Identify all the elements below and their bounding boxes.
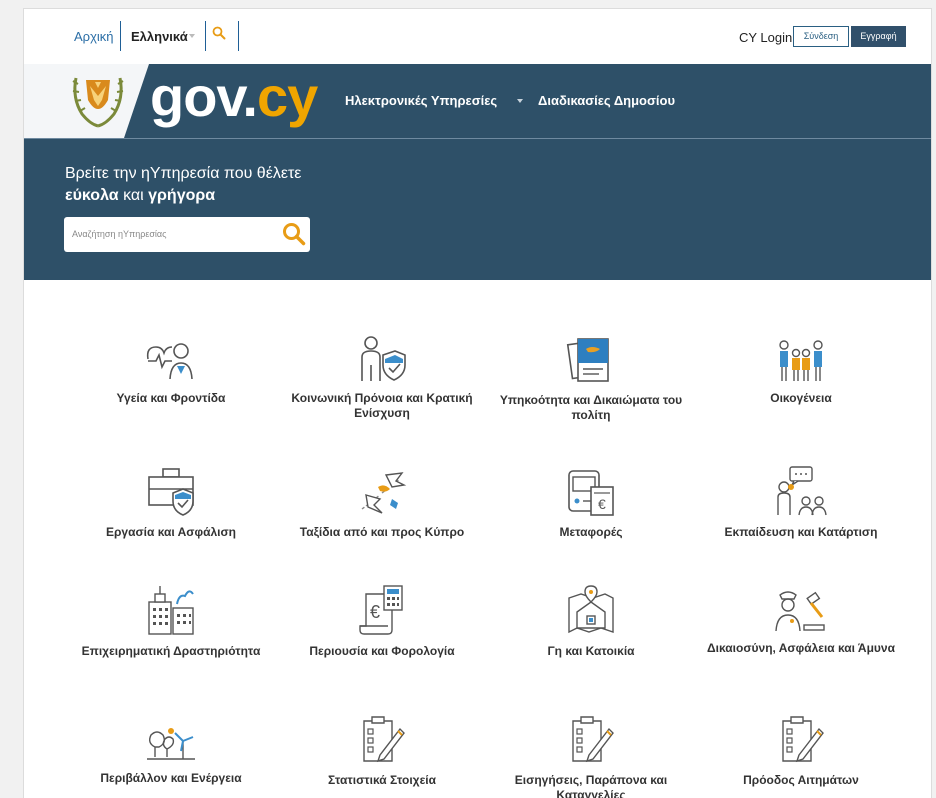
gov-cy-logo[interactable]: gov.cy bbox=[150, 65, 318, 129]
category-land-housing[interactable]: Γη και Κατοικία bbox=[491, 584, 691, 659]
language-selector[interactable]: Ελληνικά bbox=[131, 29, 188, 44]
page-frame: Αρχική Ελληνικά CY Login Σύνδεση Εγγραφή bbox=[23, 8, 932, 798]
travel-icon bbox=[361, 472, 407, 514]
home-link[interactable]: Αρχική bbox=[74, 29, 114, 44]
login-button[interactable]: Σύνδεση bbox=[793, 26, 849, 47]
svg-text:€: € bbox=[370, 602, 380, 622]
category-label: Πρόοδος Αιτημάτων bbox=[743, 773, 859, 787]
business-icon bbox=[148, 586, 194, 635]
category-requests-progress[interactable]: Πρόοδος Αιτημάτων bbox=[701, 715, 901, 788]
category-welfare[interactable]: Κοινωνική Πρόνοια και Κρατική Ενίσχυση bbox=[282, 335, 482, 421]
divider bbox=[205, 21, 206, 51]
category-label: Επιχειρηματική Δραστηριότητα bbox=[81, 644, 261, 658]
logo-cy-text: cy bbox=[256, 65, 318, 128]
work-icon bbox=[148, 468, 194, 516]
search-icon[interactable] bbox=[212, 26, 226, 45]
category-label: Περιουσία και Φορολογία bbox=[309, 644, 455, 658]
chevron-down-icon[interactable] bbox=[517, 99, 523, 103]
category-business[interactable]: Επιχειρηματική Δραστηριότητα bbox=[71, 584, 271, 659]
category-justice[interactable]: Δικαιοσύνη, Ασφάλεια και Άμυνα bbox=[701, 587, 901, 656]
category-label: Εισηγήσεις, Παράπονα και Καταγγελίες bbox=[514, 773, 668, 798]
register-button[interactable]: Εγγραφή bbox=[851, 26, 906, 47]
category-label: Οικογένεια bbox=[770, 391, 832, 405]
family-icon bbox=[779, 340, 823, 381]
logo-dot-text: . bbox=[242, 65, 258, 128]
top-bar: Αρχική Ελληνικά CY Login Σύνδεση Εγγραφή bbox=[24, 9, 931, 64]
chevron-down-icon[interactable] bbox=[189, 34, 195, 38]
category-transport[interactable]: € Μεταφορές bbox=[491, 467, 691, 540]
category-citizenship[interactable]: Υπηκοότητα και Δικαιώματα του πολίτη bbox=[491, 335, 691, 423]
category-label: Υγεία και Φροντίδα bbox=[116, 391, 226, 405]
category-label: Κοινωνική Πρόνοια και Κρατική Ενίσχυση bbox=[291, 391, 473, 420]
statistics-icon bbox=[363, 716, 405, 763]
category-label: Γη και Κατοικία bbox=[547, 644, 635, 658]
divider bbox=[238, 21, 239, 51]
category-complaints[interactable]: Εισηγήσεις, Παράπονα και Καταγγελίες bbox=[491, 715, 691, 798]
welfare-icon bbox=[361, 336, 406, 381]
justice-icon bbox=[775, 591, 825, 632]
hero-subtitle: εύκολα και γρήγορα bbox=[65, 187, 215, 205]
category-label: Στατιστικά Στοιχεία bbox=[328, 773, 436, 787]
category-label: Περιβάλλον και Ενέργεια bbox=[100, 771, 242, 785]
land-housing-icon bbox=[568, 585, 614, 634]
nav-electronic-services[interactable]: Ηλεκτρονικές Υπηρεσίες bbox=[345, 93, 497, 108]
hero-connector: και bbox=[123, 187, 144, 204]
category-travel[interactable]: Ταξίδια από και προς Κύπρο bbox=[282, 469, 482, 540]
hero-bold-easy: εύκολα bbox=[65, 187, 119, 204]
search-hero: Βρείτε την ηΥπηρεσία που θέλετε εύκολα κ… bbox=[24, 139, 931, 280]
requests-progress-icon bbox=[782, 716, 824, 763]
hero-title: Βρείτε την ηΥπηρεσία που θέλετε bbox=[65, 165, 302, 182]
category-family[interactable]: Οικογένεια bbox=[701, 339, 901, 406]
hero-bold-quick: γρήγορα bbox=[148, 187, 216, 204]
category-education[interactable]: Εκπαίδευση και Κατάρτιση bbox=[701, 465, 901, 540]
divider bbox=[120, 21, 121, 51]
category-label: Υπηκοότητα και Δικαιώματα του πολίτη bbox=[499, 393, 683, 422]
environment-icon bbox=[147, 728, 195, 760]
category-label: Δικαιοσύνη, Ασφάλεια και Άμυνα bbox=[707, 641, 895, 655]
education-icon bbox=[777, 466, 827, 516]
category-label: Εργασία και Ασφάλιση bbox=[105, 525, 236, 539]
property-tax-icon: € bbox=[359, 585, 403, 635]
transport-icon: € bbox=[568, 470, 614, 516]
category-property-tax[interactable]: € Περιουσία και Φορολογία bbox=[282, 584, 482, 659]
category-label: Εκπαίδευση και Κατάρτιση bbox=[724, 525, 878, 539]
nav-public-procedures[interactable]: Διαδικασίες Δημοσίου bbox=[538, 93, 675, 108]
category-label: Μεταφορές bbox=[559, 525, 623, 539]
search-icon[interactable] bbox=[282, 222, 306, 251]
service-search-box[interactable]: Αναζήτηση ηΥπηρεσίας bbox=[64, 217, 310, 252]
cy-login-label: CY Login bbox=[739, 30, 793, 45]
category-statistics[interactable]: Στατιστικά Στοιχεία bbox=[282, 715, 482, 788]
category-work[interactable]: Εργασία και Ασφάλιση bbox=[71, 467, 271, 540]
complaints-icon bbox=[572, 716, 614, 763]
citizenship-icon bbox=[566, 338, 609, 382]
search-input[interactable]: Αναζήτηση ηΥπηρεσίας bbox=[72, 229, 166, 239]
category-label: Ταξίδια από και προς Κύπρο bbox=[299, 525, 465, 539]
site-header: gov.cy Ηλεκτρονικές Υπηρεσίες Διαδικασίε… bbox=[24, 64, 931, 138]
logo-gov-text: gov bbox=[150, 65, 243, 128]
health-icon bbox=[146, 343, 193, 380]
category-health[interactable]: Υγεία και Φροντίδα bbox=[71, 339, 271, 406]
svg-text:€: € bbox=[598, 496, 606, 512]
cyprus-emblem-icon[interactable] bbox=[68, 70, 128, 137]
category-environment[interactable]: Περιβάλλον και Ενέργεια bbox=[71, 727, 271, 786]
